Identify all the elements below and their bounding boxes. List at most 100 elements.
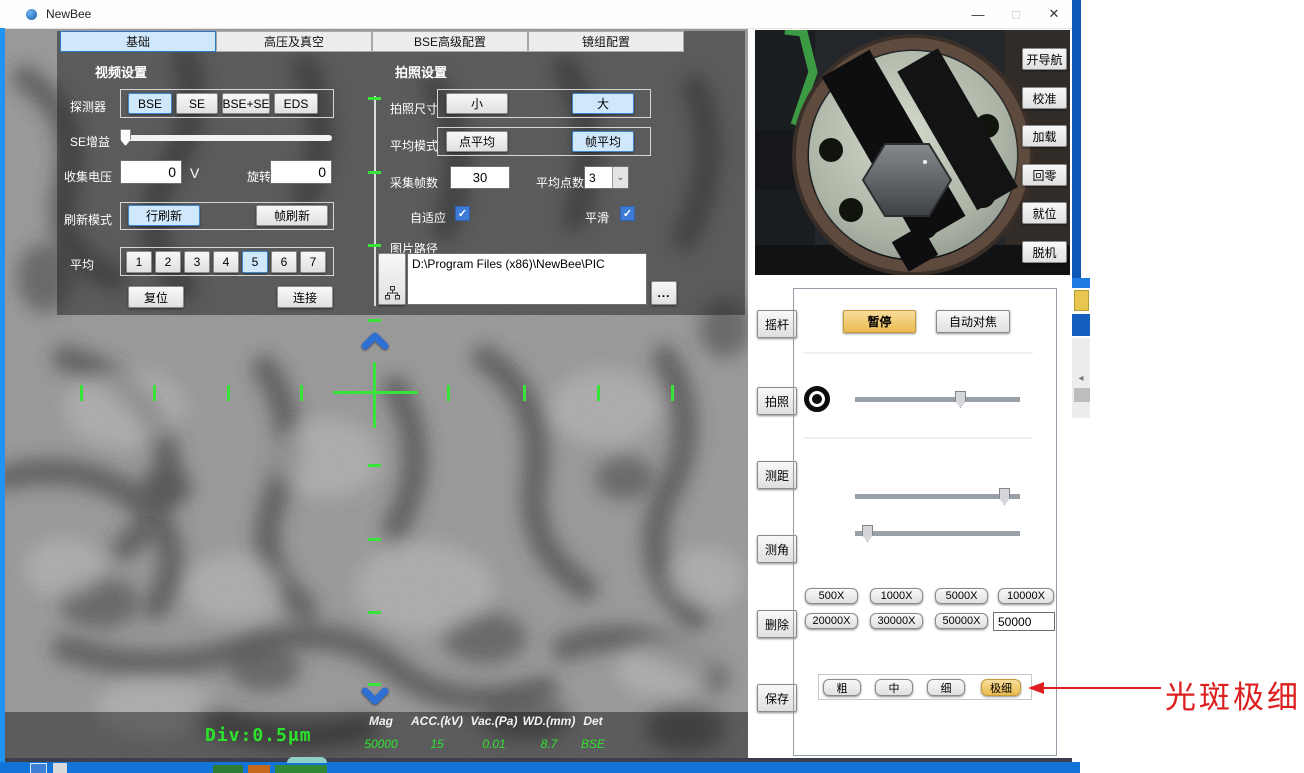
reset-button[interactable]: 复位 [128,286,184,308]
frames-value: 30 [473,170,487,185]
taskbar [0,762,1080,773]
divider [803,352,1033,354]
pause-button[interactable]: 暂停 [843,310,916,333]
refresh-line-button[interactable]: 行刷新 [128,205,200,226]
avg-point-button[interactable]: 点平均 [446,131,508,152]
smooth-checkbox[interactable]: ✓ [620,206,635,221]
ruler-tick [368,538,381,541]
size-option-label: 大 [597,95,609,112]
collect-voltage-input[interactable]: 0 [120,160,182,184]
refresh-frame-button[interactable]: 帧刷新 [256,205,328,226]
nav-calibrate-button[interactable]: 校准 [1022,87,1067,109]
average-5-button[interactable]: 5 [242,251,268,273]
image-path-input[interactable]: D:\Program Files (x86)\NewBee\PIC [407,253,647,305]
background-window-fragment [1072,0,1081,282]
spot-diameter-label: 光斑直径 [818,655,866,672]
status-value-wd: 8.7 [541,737,558,751]
sitemap-icon [385,286,400,300]
status-header-det: Det [583,714,602,728]
tool-save-button[interactable]: 保存 [757,684,797,712]
mag-10000x-button[interactable]: 10000X [998,588,1054,604]
taskbar-icon[interactable] [275,765,327,773]
spot-medium-button[interactable]: 中 [875,679,913,696]
detector-eds-button[interactable]: EDS [274,93,318,114]
autofocus-button[interactable]: 自动对焦 [936,310,1010,333]
size-large-button[interactable]: 大 [572,93,634,114]
chevron-down-icon[interactable] [360,686,390,709]
nav-open-navigation-button[interactable]: 开导航 [1022,48,1067,70]
frames-input[interactable]: 30 [450,166,510,189]
nav-return-zero-button[interactable]: 回零 [1022,164,1067,186]
ruler-tick [671,385,674,401]
brightness-slider-track[interactable] [855,494,1020,499]
tab-hv-vacuum[interactable]: 高压及真空 [216,31,372,52]
chevron-up-icon[interactable] [360,331,390,354]
chevron-down-icon[interactable]: ⌄ [612,167,628,188]
tool-label: 删除 [765,616,789,633]
average-2-button[interactable]: 2 [155,251,181,273]
tool-delete-button[interactable]: 删除 [757,610,797,638]
spot-fine-button[interactable]: 细 [927,679,965,696]
connect-button[interactable]: 连接 [277,286,333,308]
average-7-button[interactable]: 7 [300,251,326,273]
average-6-button[interactable]: 6 [271,251,297,273]
maximize-icon: □ [1012,7,1020,22]
background-window-fragment [1072,314,1090,336]
mag-30000x-button[interactable]: 30000X [870,613,923,629]
avg-frame-button[interactable]: 帧平均 [572,131,634,152]
minimize-button[interactable]: — [960,0,996,28]
taskbar-icon[interactable] [287,757,327,763]
rotation-input[interactable]: 0 [270,160,332,184]
maximize-button[interactable]: □ [998,0,1034,28]
detector-option-label: SE [189,97,205,111]
adaptive-label: 自适应 [410,209,446,226]
tool-photo-button[interactable]: 拍照 [757,387,797,415]
focus-target-icon[interactable] [804,386,830,412]
tab-basic[interactable]: 基础 [60,31,216,52]
spot-coarse-button[interactable]: 粗 [823,679,861,696]
taskbar-icon[interactable] [248,765,270,773]
tab-bse-advanced[interactable]: BSE高级配置 [372,31,528,52]
ruler-tick [227,385,230,401]
points-dropdown[interactable]: 3 ⌄ [584,166,629,189]
se-gain-slider-track[interactable] [120,135,332,141]
tab-lens-config[interactable]: 镜组配置 [528,31,684,52]
mag-label: 1000X [881,590,913,602]
points-value: 3 [585,171,612,185]
nav-load-button[interactable]: 加载 [1022,125,1067,147]
brightness-label: 亮度 [805,490,829,507]
tool-joystick-button[interactable]: 摇杆 [757,310,797,338]
mag-50000x-button[interactable]: 50000X [935,613,988,629]
smooth-label: 平滑 [585,209,609,226]
mag-20000x-button[interactable]: 20000X [805,613,858,629]
detector-se-button[interactable]: SE [176,93,218,114]
average-4-button[interactable]: 4 [213,251,239,273]
tool-measure-distance-button[interactable]: 测距 [757,461,797,489]
adaptive-checkbox[interactable]: ✓ [455,206,470,221]
contrast-slider-track[interactable] [855,531,1020,536]
average-3-button[interactable]: 3 [184,251,210,273]
browse-button[interactable]: ... [651,281,677,305]
tool-measure-angle-button[interactable]: 测角 [757,535,797,563]
detector-bse-button[interactable]: BSE [128,93,172,114]
focus-slider-track[interactable] [855,397,1020,402]
nav-in-position-button[interactable]: 就位 [1022,202,1067,224]
average-1-button[interactable]: 1 [126,251,152,273]
mag-500x-button[interactable]: 500X [805,588,858,604]
ruler-tick [368,244,381,247]
background-window-fragment: ◂ [1072,338,1090,418]
mag-label: 20000X [813,615,851,627]
tab-label: BSE高级配置 [414,33,486,50]
close-button[interactable]: ✕ [1036,0,1072,28]
taskbar-icon[interactable] [30,763,47,773]
detector-bse-se-button[interactable]: BSE+SE [222,93,270,114]
taskbar-icon[interactable] [53,763,67,773]
taskbar-icon[interactable] [213,765,243,773]
mag-input[interactable]: 50000 [993,612,1055,631]
spot-extra-fine-button[interactable]: 极细 [981,679,1021,696]
size-small-button[interactable]: 小 [446,93,508,114]
mag-5000x-button[interactable]: 5000X [935,588,988,604]
mag-1000x-button[interactable]: 1000X [870,588,923,604]
nav-offline-button[interactable]: 脱机 [1022,241,1067,263]
path-tree-button[interactable] [378,253,406,305]
